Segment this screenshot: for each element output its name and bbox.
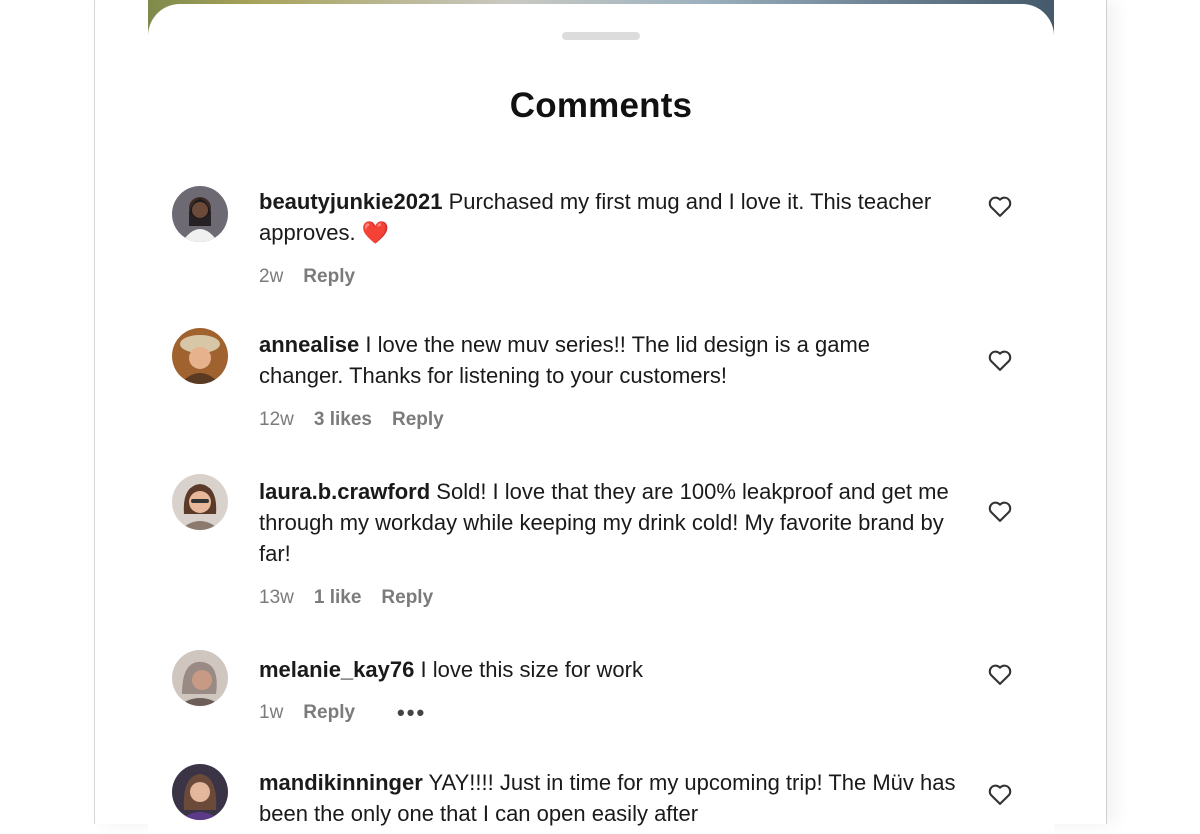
comment-like-count[interactable]: 3 likes [314, 409, 372, 431]
heart-outline-icon[interactable] [986, 346, 1014, 374]
more-dots-icon[interactable]: ••• [397, 700, 426, 726]
comment-text: beautyjunkie2021 Purchased my first mug … [259, 186, 959, 248]
reply-button[interactable]: Reply [303, 266, 355, 288]
red-heart-emoji: ❤️ [361, 220, 390, 245]
comment-username[interactable]: laura.b.crawford [259, 479, 430, 504]
avatar[interactable] [172, 328, 228, 384]
avatar[interactable] [172, 650, 228, 706]
reply-button[interactable]: Reply [392, 409, 444, 431]
comment-like-count[interactable]: 1 like [314, 587, 362, 609]
comment-meta: 2w Reply [259, 266, 355, 288]
comment-age: 13w [259, 587, 294, 608]
comment-meta: 12w 3 likes Reply [259, 409, 444, 431]
avatar-image [172, 328, 228, 384]
heart-outline-icon[interactable] [986, 497, 1014, 525]
heart-outline-icon[interactable] [986, 192, 1014, 220]
avatar-image [172, 650, 228, 706]
avatar[interactable] [172, 764, 228, 820]
comment-age: 12w [259, 409, 294, 430]
avatar-image [172, 474, 228, 530]
comment-username[interactable]: annealise [259, 332, 359, 357]
avatar[interactable] [172, 186, 228, 242]
comment-meta: 13w 1 like Reply [259, 587, 433, 609]
heart-outline-icon[interactable] [986, 780, 1014, 808]
reply-button[interactable]: Reply [381, 587, 433, 609]
comment-username[interactable]: beautyjunkie2021 [259, 189, 442, 214]
sheet-title: Comments [509, 86, 693, 125]
comment-username[interactable]: melanie_kay76 [259, 657, 414, 682]
avatar[interactable] [172, 474, 228, 530]
comment-meta: 1w Reply ••• [259, 700, 426, 726]
comment-text: melanie_kay76 I love this size for work [259, 654, 959, 685]
comment-text: annealise I love the new muv series!! Th… [259, 329, 959, 391]
sheet-grabber-handle[interactable] [562, 32, 640, 40]
heart-outline-icon[interactable] [986, 660, 1014, 688]
comment-text: laura.b.crawford Sold! I love that they … [259, 476, 959, 569]
reply-button[interactable]: Reply [303, 702, 355, 724]
avatar-image [172, 764, 228, 820]
avatar-image [172, 186, 228, 242]
comment-age: 1w [259, 702, 284, 723]
comment-text: mandikinninger YAY!!!! Just in time for … [259, 767, 959, 829]
comment-message: I love this size for work [420, 657, 643, 682]
comments-sheet: Comments beautyjunkie2021 Purchased my f… [148, 4, 1054, 834]
comment-age: 2w [259, 266, 284, 287]
comment-username[interactable]: mandikinninger [259, 770, 423, 795]
